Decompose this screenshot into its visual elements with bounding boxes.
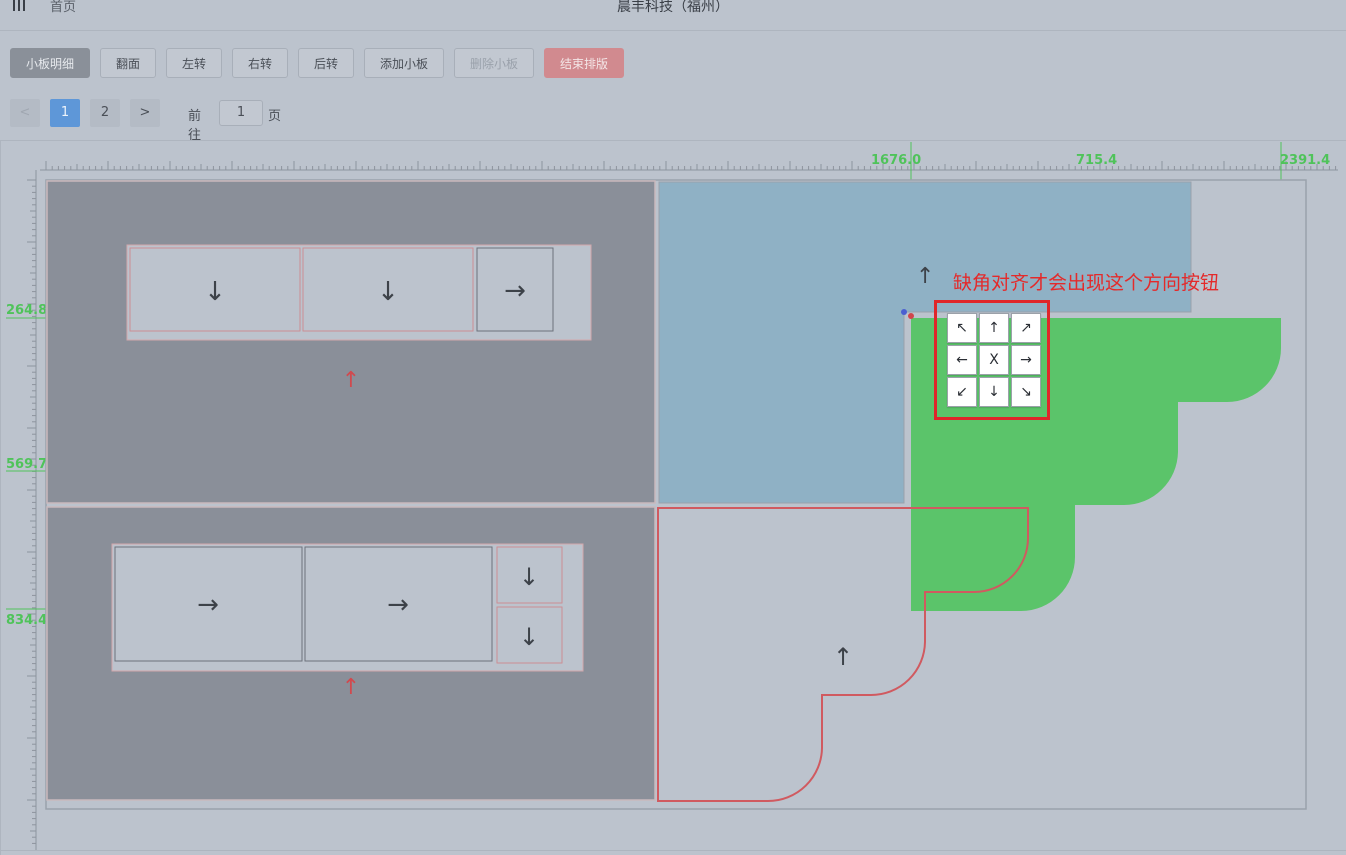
up-arrow-hint: ↑: [916, 264, 935, 289]
ruler-label-left: 834.4: [6, 613, 47, 628]
move-down-left-button[interactable]: ↙: [947, 377, 977, 407]
ruler-label-top: 2391.4: [1280, 153, 1330, 168]
direction-pad: ↖ ↑ ↗ ← X → ↙ ↓ ↘: [947, 313, 1043, 409]
move-left-button[interactable]: ←: [947, 345, 977, 375]
move-down-right-button[interactable]: ↘: [1011, 377, 1041, 407]
piece-arrow: →: [504, 276, 526, 306]
origin-arrow: ↑: [342, 675, 360, 700]
ruler-label-top: 715.4: [1076, 153, 1117, 168]
move-up-right-button[interactable]: ↗: [1011, 313, 1041, 343]
move-down-button[interactable]: ↓: [979, 377, 1009, 407]
piece-arrow: ↓: [519, 623, 539, 651]
piece-arrow: ↓: [377, 277, 399, 307]
piece-arrow: ↓: [204, 277, 226, 307]
corner-dot-blue[interactable]: [901, 309, 907, 315]
piece-arrow: →: [387, 590, 409, 620]
corner-dot-red[interactable]: [908, 313, 914, 319]
move-up-button[interactable]: ↑: [979, 313, 1009, 343]
sheet-panel-top[interactable]: [46, 180, 656, 504]
close-pad-button[interactable]: X: [979, 345, 1009, 375]
ruler-label-top: 1676.0: [871, 153, 921, 168]
origin-arrow: ↑: [342, 368, 360, 393]
top-ruler: [40, 161, 1338, 171]
layout-canvas[interactable]: 1676.0 715.4 2391.4 264.8 569.7 834.4 ↓ …: [0, 0, 1346, 855]
ruler-label-left: 264.8: [6, 303, 47, 318]
piece-arrow: →: [197, 590, 219, 620]
left-ruler: [27, 170, 37, 850]
annotation-text: 缺角对齐才会出现这个方向按钮: [953, 272, 1220, 294]
move-up-left-button[interactable]: ↖: [947, 313, 977, 343]
ruler-label-left: 569.7: [6, 457, 47, 472]
outline-arrow: ↑: [833, 643, 853, 671]
piece-arrow: ↓: [519, 563, 539, 591]
move-right-button[interactable]: →: [1011, 345, 1041, 375]
